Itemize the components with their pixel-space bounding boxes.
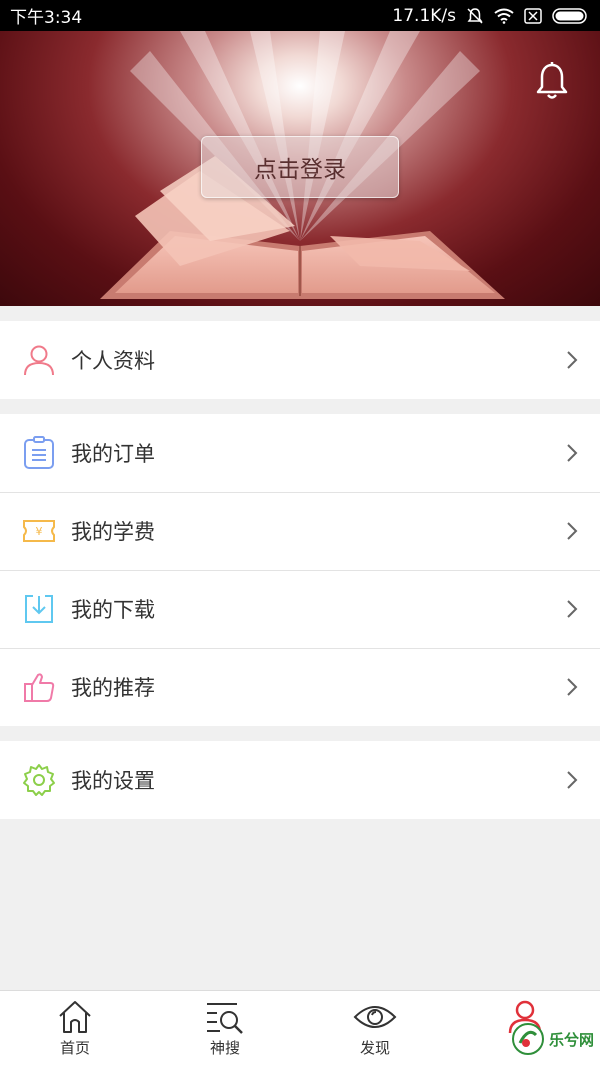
nav-search-label: 神搜 (209, 1039, 240, 1057)
thumbs-up-icon (24, 673, 55, 702)
battery-icon (552, 7, 587, 24)
menu-item-label: 我的订单 (71, 442, 155, 466)
menu-item-tuition[interactable]: ¥ 我的学费 (0, 492, 600, 570)
home-icon (59, 1001, 91, 1033)
nav-discover-label: 发现 (359, 1039, 390, 1057)
sim-off-icon (524, 7, 542, 24)
person-icon (24, 345, 54, 376)
nav-home-label: 首页 (59, 1039, 90, 1057)
watermark-text: 乐兮网 (548, 1030, 594, 1049)
eye-icon (353, 1006, 397, 1028)
menu-group-main: 我的订单 ¥ 我的学费 我的下载 我的推荐 (0, 414, 600, 726)
status-time: 下午3:34 (10, 8, 83, 28)
menu-item-orders[interactable]: 我的订单 (0, 414, 600, 492)
network-speed: 17.1K/s (392, 5, 456, 26)
menu-item-label: 我的设置 (71, 769, 155, 793)
mute-bell-icon (467, 7, 483, 24)
chevron-right-icon (567, 678, 578, 696)
chevron-right-icon (567, 444, 578, 462)
menu-item-label: 我的推荐 (71, 676, 155, 700)
clipboard-icon (24, 436, 54, 469)
status-bar: 下午3:34 17.1K/s (0, 0, 600, 31)
nav-home[interactable]: 首页 (0, 991, 150, 1067)
chevron-right-icon (567, 771, 578, 789)
status-icons: 17.1K/s (392, 6, 590, 26)
menu-item-recommend[interactable]: 我的推荐 (0, 648, 600, 726)
download-icon (25, 595, 53, 623)
nav-discover[interactable]: 发现 (300, 991, 450, 1067)
menu-item-profile[interactable]: 个人资料 (0, 321, 600, 399)
chevron-right-icon (567, 351, 578, 369)
menu-item-settings[interactable]: 我的设置 (0, 741, 600, 819)
menu-item-label: 我的学费 (71, 520, 155, 544)
search-list-icon (207, 1003, 243, 1034)
watermark: 乐兮网 (511, 1022, 594, 1056)
chevron-right-icon (567, 522, 578, 540)
menu-item-downloads[interactable]: 我的下载 (0, 570, 600, 648)
login-button[interactable]: 点击登录 (201, 136, 399, 198)
menu-item-label: 我的下载 (71, 598, 155, 622)
chevron-right-icon (567, 600, 578, 618)
menu-group-settings: 我的设置 (0, 741, 600, 819)
profile-banner: 点击登录 (0, 31, 600, 306)
menu-item-label: 个人资料 (71, 349, 155, 373)
gear-icon (23, 764, 55, 796)
svg-text:¥: ¥ (36, 525, 43, 538)
ticket-icon: ¥ (23, 520, 55, 542)
notification-bell-icon[interactable] (534, 61, 570, 101)
wifi-icon (494, 8, 514, 24)
menu-group-profile: 个人资料 (0, 321, 600, 399)
watermark-logo-icon (511, 1023, 544, 1055)
nav-search[interactable]: 神搜 (150, 991, 300, 1067)
